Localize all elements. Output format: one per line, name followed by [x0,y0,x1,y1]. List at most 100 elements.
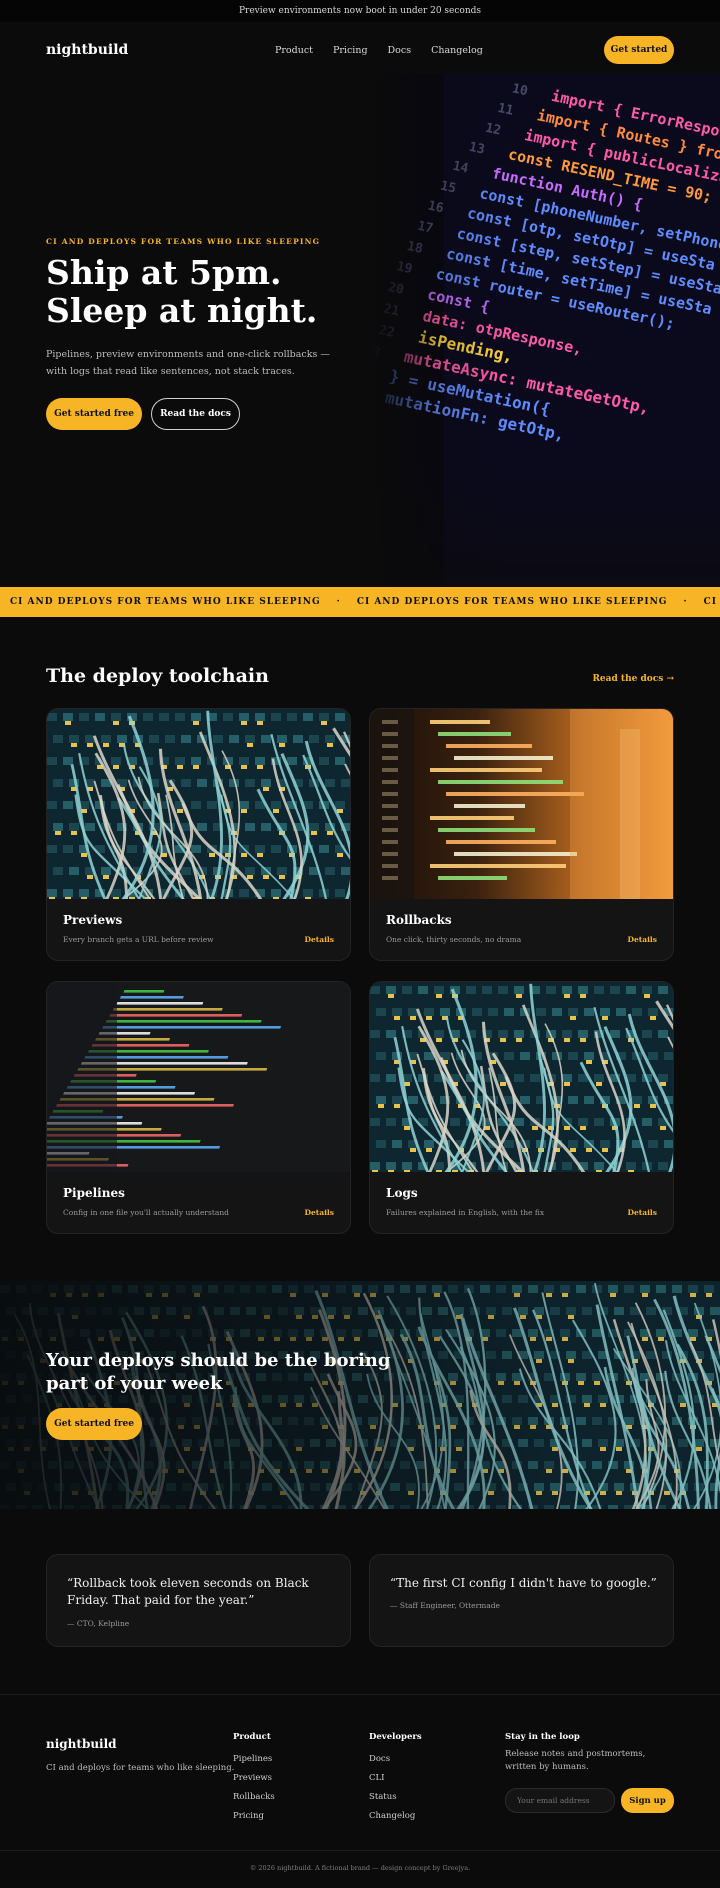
footer-developers-column: Developers Docs CLI Status Changelog [369,1732,422,1826]
code-line: function Auth() { [490,164,644,214]
code-line: import { ErrorResponse } [550,87,720,150]
nav-link-pricing[interactable]: Pricing [333,45,368,56]
hero-title: Ship at 5pm. Sleep at night. [46,253,318,330]
footer-link-status[interactable]: Status [369,1788,422,1807]
card-image-cables [47,709,350,899]
line-number: 10 [511,81,530,99]
footer-link-pricing[interactable]: Pricing [233,1807,275,1826]
card-logs[interactable]: Logs Failures explained in English, with… [369,981,674,1234]
line-number: 23 [374,342,382,360]
code-line: import { publicLocaliza [523,126,720,187]
line-number: 16 [426,198,445,216]
footer-link-previews[interactable]: Previews [233,1769,275,1788]
orange-code-illustration [370,709,673,899]
brand-logo[interactable]: nightbuild [46,42,128,58]
line-number: 18 [406,239,425,257]
footer-newsletter: Stay in the loop Release notes and postm… [505,1732,675,1774]
code-line: const [step, setStep] = useSta [455,224,720,298]
line-number: 17 [416,219,434,237]
nav-link-product[interactable]: Product [275,45,313,56]
nav-get-started-button[interactable]: Get started [604,36,674,64]
card-title: Pipelines [63,1186,125,1200]
nav-link-changelog[interactable]: Changelog [431,45,483,56]
marquee-strip: CI AND DEPLOYS FOR TEAMS WHO LIKE SLEEPI… [0,587,720,617]
hero-read-docs-button[interactable]: Read the docs [151,398,240,430]
code-line: const RESEND_TIME = 90; [507,145,714,206]
code-line: data: otpResponse, [421,307,584,358]
card-previews[interactable]: Previews Every branch gets a URL before … [46,708,351,961]
code-line: const [time, setTime] = useSta [445,244,714,318]
line-number: 19 [395,259,413,277]
line-number: 12 [484,121,502,139]
card-description: Every branch gets a URL before review [63,935,214,944]
marquee-track: CI AND DEPLOYS FOR TEAMS WHO LIKE SLEEPI… [0,587,720,617]
navbar: nightbuild Product Pricing Docs Changelo… [0,22,720,78]
hero-get-started-button[interactable]: Get started free [46,398,142,430]
marquee-separator: · [683,597,688,607]
card-image-code-green [47,982,350,1172]
testimonial-quote: “Rollback took eleven seconds on Black F… [67,1576,309,1607]
code-line: import { Routes } from "@/ [535,106,720,172]
footer-link-pipelines[interactable]: Pipelines [233,1750,275,1769]
code-line: mutationFn: getOtp, [383,388,566,445]
hero-eyebrow: CI AND DEPLOYS FOR TEAMS WHO LIKE SLEEPI… [46,237,321,246]
announcement-text: Preview environments now boot in under 2… [238,6,482,16]
toolchain-docs-link[interactable]: Read the docs → [592,674,674,684]
card-details-link[interactable]: Details [304,1208,334,1217]
card-details-link[interactable]: Details [627,935,657,944]
footer-brand[interactable]: nightbuild [46,1737,117,1751]
card-description: Config in one file you'll actually under… [63,1208,229,1217]
hero-section: import { ErrorResponse } 10 import { Route… [0,22,720,587]
footer-link-changelog[interactable]: Changelog [369,1807,422,1826]
marquee-separator: · [336,597,341,607]
testimonial-quote: “The first CI config I didn't have to go… [390,1576,657,1590]
toolchain-title: The deploy toolchain [46,665,269,687]
footer-column-heading: Product [233,1732,271,1742]
code-line: const [otp, setOtp] = useSta [466,204,717,274]
announcement-bar: Preview environments now boot in under 2… [0,0,720,22]
line-number: 11 [496,101,515,119]
testimonial-author: — CTO, Kelpline [67,1619,130,1628]
marquee-item: CI AND DEPLOYS FOR TEAMS WHO LIKE SLEEPI… [356,597,668,607]
footer-link-rollbacks[interactable]: Rollbacks [233,1788,275,1807]
marquee-item: CI AND DEPLOYS FOR TEAMS WHO LIKE SLEEPI… [10,597,321,607]
testimonial-card: “The first CI config I didn't have to go… [369,1554,674,1647]
card-rollbacks[interactable]: Rollbacks One click, thirty seconds, no … [369,708,674,961]
card-title: Rollbacks [386,913,452,927]
footer: nightbuild CI and deploys for teams who … [0,1694,720,1888]
card-description: One click, thirty seconds, no drama [386,935,522,944]
newsletter-text: Release notes and postmortems, written b… [505,1749,646,1772]
card-details-link[interactable]: Details [304,935,334,944]
line-number: 22 [378,323,396,341]
nav-links: Product Pricing Docs Changelog [275,22,483,78]
card-title: Previews [63,913,123,927]
footer-tagline: CI and deploys for teams who like sleepi… [46,1763,235,1773]
card-image-code-orange [370,709,673,899]
code-line: const router = useRouter(); [434,265,676,333]
code-line: const { [426,285,492,316]
newsletter-signup-button[interactable]: Sign up [621,1788,674,1813]
nav-link-docs[interactable]: Docs [388,45,412,56]
footer-link-cli[interactable]: CLI [369,1769,422,1788]
marquee-item: CI AND DEPLOYS FOR TEAMS WHO LIKE SLEEPI… [703,597,720,607]
cables-illustration [370,982,673,1172]
green-code-illustration [47,982,350,1172]
line-number: 13 [468,140,486,158]
hero-code-image: import { ErrorResponse } 10 import { Route… [374,74,720,587]
card-details-link[interactable]: Details [627,1208,657,1217]
cta-get-started-button[interactable]: Get started free [46,1408,142,1440]
line-number: 15 [439,179,457,197]
card-pipelines[interactable]: Pipelines Config in one file you'll actu… [46,981,351,1234]
testimonial-card: “Rollback took eleven seconds on Black F… [46,1554,351,1647]
footer-copyright: © 2026 nightbuild. A fictional brand — d… [0,1850,720,1888]
code-line: const [phoneNumber, setPhone [478,184,720,254]
newsletter-email-input[interactable] [505,1788,615,1813]
newsletter-heading: Stay in the loop [505,1732,580,1742]
line-number: 20 [387,280,406,298]
cables-illustration [47,709,350,899]
footer-link-docs[interactable]: Docs [369,1750,422,1769]
code-line: mutateAsync: mutateGetOtp, [402,347,651,418]
code-line: } = useMutation({ [388,366,552,419]
footer-product-column: Product Pipelines Previews Rollbacks Pri… [233,1732,275,1826]
cta-band: Your deploys should be the boring part o… [0,1281,720,1509]
